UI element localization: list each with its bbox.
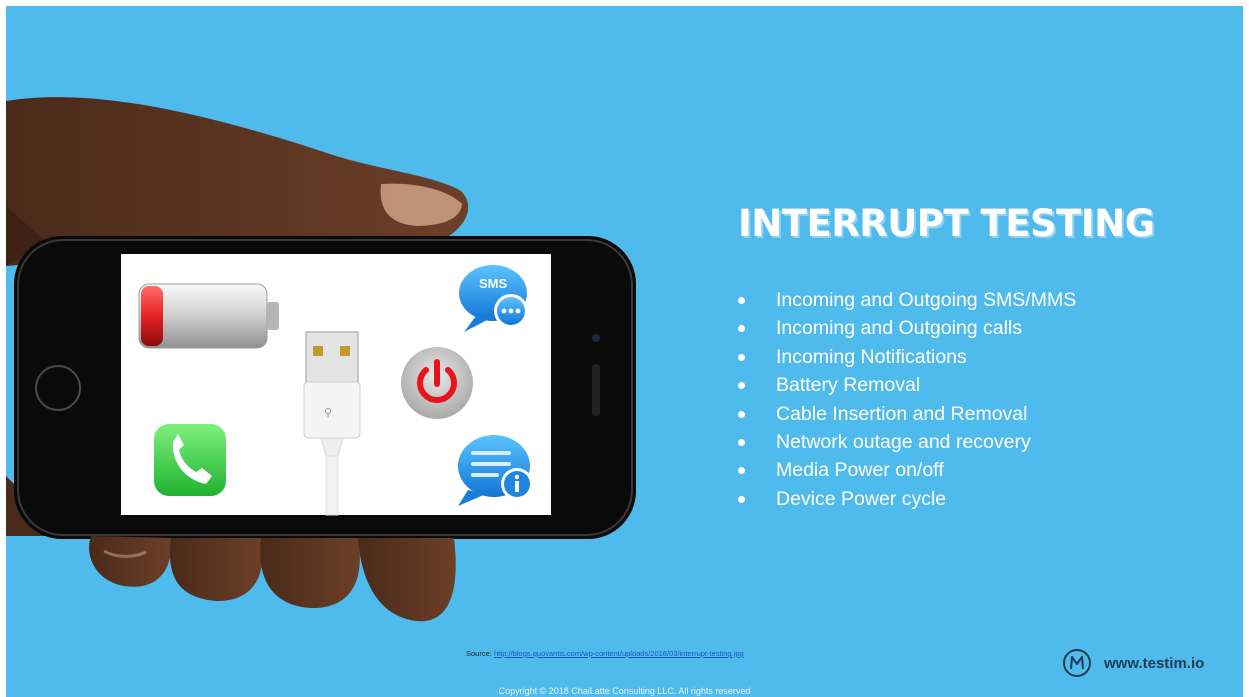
brand-footer: www.testim.io (1063, 649, 1204, 677)
bullet-item: Incoming and Outgoing calls (736, 314, 1076, 342)
slide-title: INTERRUPT TESTING (738, 202, 1155, 245)
battery-low-icon (138, 283, 279, 349)
source-link[interactable]: http://blogs.quovantis.com/wp-content/up… (494, 649, 744, 658)
copyright-text: Copyright © 2018 ChaiLatte Consulting LL… (498, 686, 751, 696)
brand-url[interactable]: www.testim.io (1104, 655, 1204, 672)
bullet-item: Battery Removal (736, 371, 1076, 399)
svg-text:SMS: SMS (479, 276, 508, 291)
bullet-item: Media Power on/off (736, 456, 1076, 484)
source-label: Source: (466, 649, 492, 658)
bullet-item: Device Power cycle (736, 485, 1076, 513)
source-credit: Source: http://blogs.quovantis.com/wp-co… (466, 649, 744, 658)
power-icon (401, 347, 473, 419)
phone-call-icon (154, 424, 226, 496)
bullet-item: Network outage and recovery (736, 428, 1076, 456)
phone-in-hand-illustration: SMS ⚲ (6, 97, 636, 622)
svg-text:⚲: ⚲ (324, 406, 332, 419)
slide: SMS ⚲ INTERRUPT TESTING Incoming and Out… (6, 6, 1243, 697)
bullet-item: Incoming and Outgoing SMS/MMS (736, 286, 1076, 314)
bullet-item: Cable Insertion and Removal (736, 400, 1076, 428)
bullet-list: Incoming and Outgoing SMS/MMS Incoming a… (736, 286, 1076, 513)
bullet-item: Incoming Notifications (736, 343, 1076, 371)
testim-logo-icon (1063, 649, 1091, 677)
